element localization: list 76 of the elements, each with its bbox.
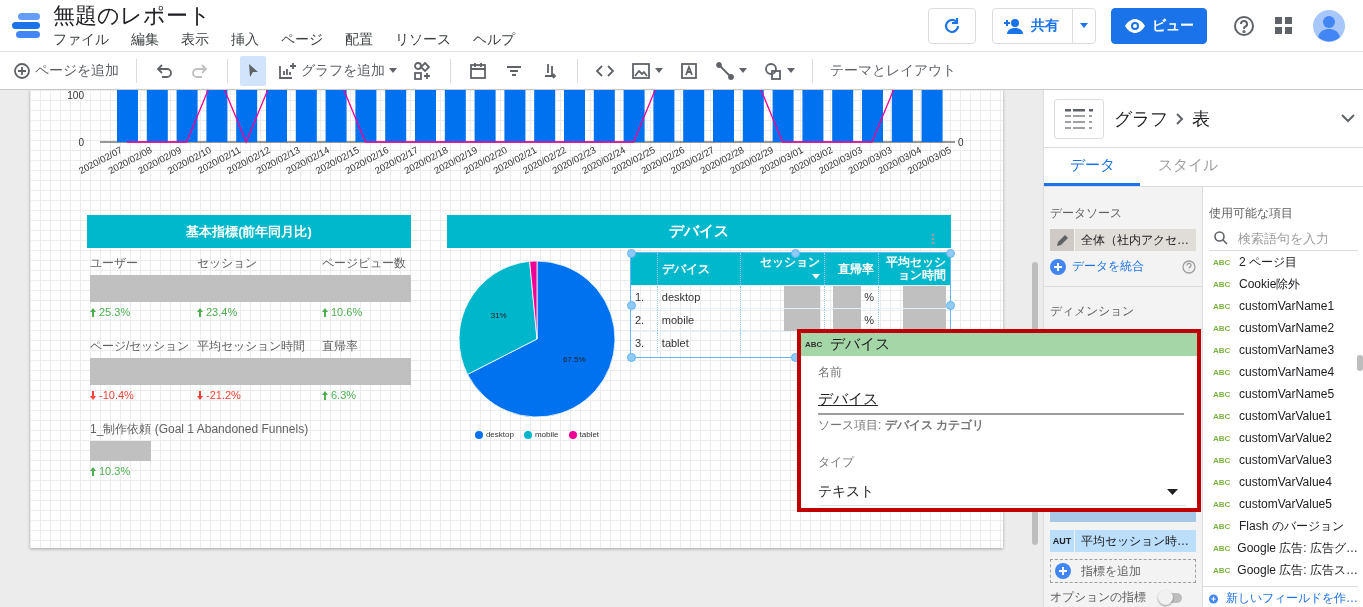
field-item[interactable]: ABC customVarName2	[1209, 317, 1358, 339]
toolbar-button[interactable]: テーマとレイアウト	[825, 55, 961, 86]
metric-label: ページ/セッション	[90, 338, 191, 354]
metric-change: 10.6%	[322, 305, 411, 319]
table-cell: %	[864, 314, 874, 326]
field-item[interactable]: ABC 2 ページ目	[1209, 251, 1358, 273]
metric-label: 1_制作依頼 (Goal 1 Abandoned Funnels)	[90, 421, 310, 437]
table-cell: tablet	[657, 331, 741, 354]
section-label: データソース	[1050, 205, 1123, 221]
card-header: 基本指標(前年同月比)	[87, 215, 411, 248]
field-item[interactable]: ABC customVarName4	[1209, 361, 1358, 383]
section-label: 使用可能な項目	[1209, 205, 1294, 221]
menu-item[interactable]: 配置	[345, 30, 373, 48]
menu-item[interactable]: 表示	[181, 30, 209, 48]
menu-item[interactable]: リソース	[395, 30, 451, 48]
field-item[interactable]: ABC Google 広告: 広告グ…	[1209, 537, 1358, 559]
share-button[interactable]: 共有	[992, 7, 1096, 44]
table-cell: desktop	[657, 285, 741, 309]
field-label: タイプ	[818, 454, 856, 471]
metric-label: ユーザー	[90, 255, 139, 271]
legend-label: mobile	[534, 430, 559, 439]
metric-change: -10.4%	[90, 388, 197, 402]
menu-item[interactable]: 編集	[131, 30, 159, 48]
metric-change: 25.3%	[90, 305, 197, 319]
axis-label: 0	[78, 137, 84, 148]
section-header: デバイス	[447, 215, 951, 248]
toolbar-button[interactable]: ページを追加	[8, 55, 124, 86]
menu-item[interactable]: ページ	[281, 30, 323, 48]
field-title: デバイス	[830, 335, 891, 354]
field-item[interactable]: ABC Flash のバージョン	[1209, 515, 1358, 537]
table-cell: %	[864, 291, 874, 303]
toolbar-button[interactable]: グラフを追加	[272, 55, 402, 86]
legend-label: desktop	[485, 430, 514, 439]
breadcrumb-item: グラフ	[1114, 107, 1168, 131]
field-item[interactable]: ABC customVarValue1	[1209, 405, 1358, 427]
metric-label: 直帰率	[322, 338, 359, 354]
menu-item[interactable]: ヘルプ	[473, 30, 515, 48]
metric-label: ページビュー数	[322, 255, 407, 271]
field-item[interactable]: ABC customVarName5	[1209, 383, 1358, 405]
section-label: オプションの指標	[1050, 589, 1146, 606]
field-item[interactable]: ABC customVarName1	[1209, 295, 1358, 317]
search-field[interactable]: 検索語句を入力	[1238, 230, 1348, 246]
menu-item[interactable]: ファイル	[53, 30, 109, 48]
blend-link[interactable]: データを統合	[1072, 258, 1144, 275]
field-item[interactable]: ABC customVarName3	[1209, 339, 1358, 361]
metric-change: 10.3%	[90, 464, 411, 478]
field-item[interactable]: ABC customVarValue3	[1209, 449, 1358, 471]
metric-change: 6.3%	[322, 388, 411, 402]
source-text: ソース項目: デバイス カテゴリ	[818, 417, 985, 434]
data-label: 67.5%	[562, 354, 586, 364]
row-number: 3.	[631, 331, 658, 354]
report-title[interactable]: 無題のレポート	[53, 3, 928, 29]
field-item[interactable]: ABC customVarValue5	[1209, 493, 1358, 515]
field-item[interactable]: ABC customVarValue2	[1209, 427, 1358, 449]
metric-change: 23.4%	[197, 305, 322, 319]
metric-change: -21.2%	[197, 388, 322, 402]
name-field[interactable]: デバイス	[818, 390, 1184, 415]
section-label: ディメンション	[1050, 303, 1135, 319]
field-item[interactable]: ABC Cookie除外	[1209, 273, 1358, 295]
view-button[interactable]: ビュー	[1111, 7, 1207, 44]
add-metric-button[interactable]: 指標を追加	[1050, 559, 1196, 583]
breadcrumb-item: 表	[1192, 107, 1210, 131]
data-label: 31%	[490, 310, 507, 320]
type-dropdown[interactable]: テキスト	[818, 479, 1186, 506]
axis-label: 100	[67, 90, 84, 101]
metric-label: 平均セッション時間	[197, 338, 306, 354]
field-item[interactable]: ABC customVarValue4	[1209, 471, 1358, 493]
table-cell: mobile	[657, 308, 741, 332]
menu-item[interactable]: 挿入	[231, 30, 259, 48]
create-field-link[interactable]: 新しいフィールドを作…	[1226, 590, 1358, 607]
metric-label: セッション	[197, 255, 258, 271]
axis-label: 0	[958, 137, 964, 148]
field-item[interactable]: ABC Google 広告: 広告ス…	[1209, 559, 1358, 581]
type-label: ABC	[805, 340, 823, 349]
field-label: 名前	[818, 364, 843, 381]
legend-label: tablet	[579, 430, 600, 439]
